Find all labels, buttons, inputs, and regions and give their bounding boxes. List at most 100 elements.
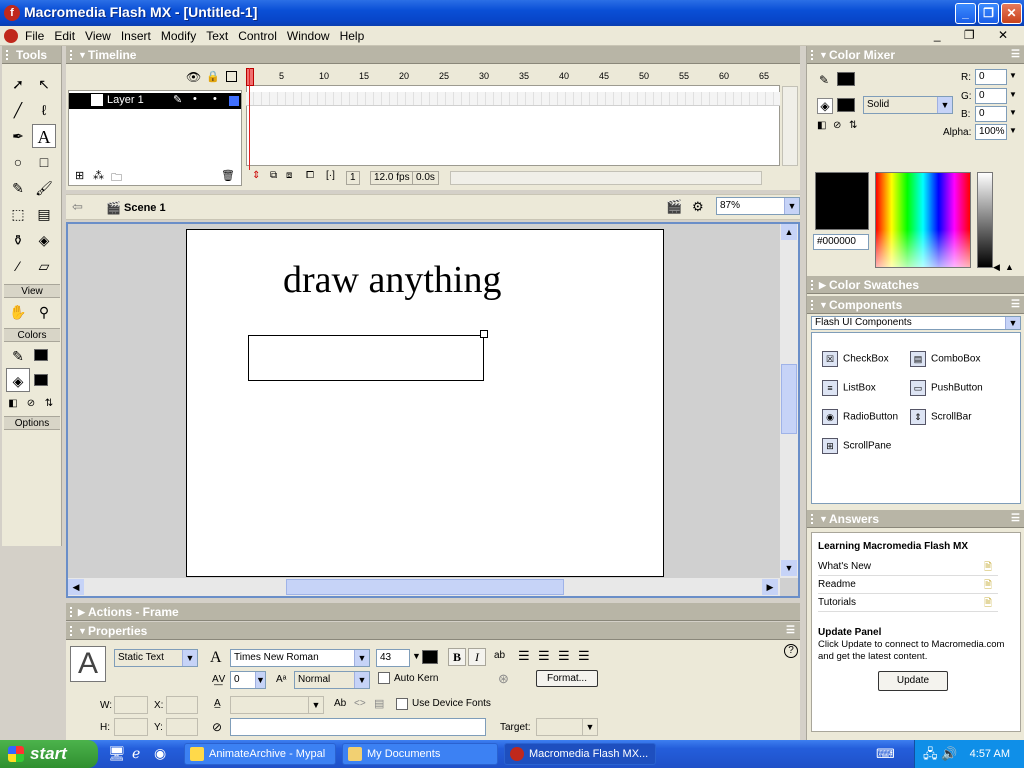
mixer-stroke-swatch[interactable] — [837, 72, 855, 86]
selectable-icon[interactable]: Ab — [334, 698, 346, 709]
alpha-slider-icon[interactable]: ▼ — [1009, 126, 1017, 135]
document-window-controls[interactable]: _ ❐ ✕ — [934, 28, 1018, 42]
free-transform-tool-icon[interactable]: ⬚ — [6, 202, 30, 226]
modify-onion-markers-icon[interactable]: [·] — [326, 170, 335, 181]
line-tool-icon[interactable]: ╱ — [6, 98, 30, 122]
no-color-icon[interactable]: ⊘ — [22, 392, 40, 416]
baseline-select[interactable]: Normal ▼ — [294, 671, 370, 689]
green-field[interactable]: 0 — [975, 88, 1007, 104]
browser-icon[interactable]: ℯ — [132, 745, 140, 762]
lock-icon[interactable]: 🔒 — [206, 70, 220, 83]
green-slider-icon[interactable]: ▼ — [1009, 90, 1017, 99]
outline-color-icon[interactable] — [229, 96, 239, 106]
timeline-vscroll[interactable] — [782, 86, 798, 166]
brush-tool-icon[interactable]: 🖌 — [32, 176, 56, 200]
menu-edit[interactable]: Edit — [49, 26, 80, 46]
layer-frames-row[interactable] — [246, 92, 780, 106]
frame-rate[interactable]: 12.0 fps — [370, 171, 414, 185]
render-html-icon[interactable]: <> — [354, 698, 366, 709]
hscroll-thumb[interactable] — [286, 579, 564, 595]
title-bar[interactable]: f Macromedia Flash MX - [Untitled-1] _ ❐… — [0, 0, 1024, 26]
onion-skin-icon[interactable]: ⧉ — [270, 170, 277, 181]
edit-multiple-frames-icon[interactable]: ⧠ — [306, 170, 314, 181]
subselect-tool-icon[interactable]: ↖ — [32, 72, 56, 96]
url-field[interactable] — [230, 718, 486, 736]
tools-header[interactable]: Tools — [2, 46, 61, 64]
eraser-tool-icon[interactable]: ▱ — [32, 254, 56, 278]
insert-folder-icon[interactable]: 🗀 — [111, 169, 122, 188]
delete-layer-icon[interactable]: 🗑 — [221, 169, 235, 182]
lasso-tool-icon[interactable]: ℓ — [32, 98, 56, 122]
text-type-select[interactable]: Static Text ▼ — [114, 649, 198, 667]
stroke-color-swatch[interactable] — [34, 349, 48, 361]
bold-button[interactable]: B — [448, 648, 466, 666]
auto-kern-checkbox[interactable] — [378, 672, 390, 684]
text-field-resize-handle[interactable] — [480, 330, 488, 338]
timeline-header[interactable]: ▼ Timeline — [66, 46, 800, 64]
y-field[interactable] — [166, 718, 198, 736]
hex-field[interactable]: #000000 — [813, 234, 869, 250]
rectangle-tool-icon[interactable]: □ — [32, 150, 56, 174]
hand-tool-icon[interactable]: ✋ — [6, 300, 30, 324]
swap-colors-icon[interactable]: ⇅ — [849, 120, 857, 131]
align-center-icon[interactable]: ☰ — [538, 648, 550, 664]
collapse-mixer-icon[interactable]: ▲ — [1005, 262, 1014, 272]
blue-field[interactable]: 0 — [975, 106, 1007, 122]
insert-layer-icon[interactable]: ⊞ — [75, 169, 84, 182]
whats-new-link[interactable]: What's New — [818, 561, 998, 576]
scroll-down-icon[interactable]: ▼ — [781, 560, 797, 576]
tracking-field[interactable]: 0 ▼ — [230, 671, 266, 689]
fill-transform-tool-icon[interactable]: ▤ — [32, 202, 56, 226]
zoom-select[interactable]: 87% ▼ — [716, 197, 800, 215]
component-pushbutton[interactable]: ▭ PushButton — [910, 380, 983, 396]
arrow-tool-icon[interactable]: ➚ — [6, 72, 30, 96]
no-color-icon[interactable]: ⊘ — [833, 120, 841, 131]
menu-help[interactable]: Help — [335, 26, 370, 46]
visibility-dot-icon[interactable]: • — [193, 93, 197, 105]
center-frame-icon[interactable]: ⇕ — [252, 170, 260, 181]
add-guide-layer-icon[interactable]: ⁂ — [93, 169, 104, 182]
network-icon[interactable]: 🖧 — [923, 740, 938, 768]
panel-options-icon[interactable]: ☰ — [1011, 46, 1020, 64]
color-mixer-header[interactable]: ▼ Color Mixer ☰ — [807, 46, 1024, 64]
target-select[interactable]: ▼ — [536, 718, 598, 736]
text-color-swatch[interactable] — [422, 650, 438, 664]
x-field[interactable] — [166, 696, 198, 714]
instance-select[interactable]: ▼ — [230, 696, 324, 714]
component-listbox[interactable]: ≡ ListBox — [822, 380, 876, 396]
edit-scene-icon[interactable]: 🎬 — [666, 199, 682, 215]
stage-text[interactable]: draw anything — [283, 258, 501, 302]
format-button[interactable]: Format... — [536, 670, 598, 687]
brightness-arrow-icon[interactable]: ◀ — [993, 262, 1000, 273]
align-right-icon[interactable]: ☰ — [558, 648, 570, 664]
brightness-slider[interactable] — [977, 172, 993, 268]
document-icon[interactable] — [4, 29, 18, 43]
component-checkbox[interactable]: ☒ CheckBox — [822, 351, 889, 367]
component-combobox[interactable]: ▤ ComboBox — [910, 351, 980, 367]
volume-icon[interactable]: 🔊 — [941, 740, 957, 768]
pencil-tool-icon[interactable]: ✎ — [6, 176, 30, 200]
eye-icon[interactable]: 👁 — [186, 70, 201, 84]
stage-hscroll[interactable]: ◀ ▶ — [68, 578, 780, 596]
scroll-up-icon[interactable]: ▲ — [781, 224, 797, 240]
scroll-left-icon[interactable]: ◀ — [68, 579, 84, 595]
help-icon[interactable]: ? — [784, 644, 798, 658]
zoom-tool-icon[interactable]: ⚲ — [32, 300, 56, 324]
align-left-icon[interactable]: ☰ — [518, 648, 530, 664]
panel-options-icon[interactable]: ☰ — [1011, 296, 1020, 314]
red-slider-icon[interactable]: ▼ — [1009, 71, 1017, 80]
height-field[interactable] — [114, 718, 148, 736]
stage-area[interactable]: draw anything ▲ ▼ ◀ ▶ — [66, 222, 800, 598]
actions-panel-header[interactable]: ▶ Actions - Frame — [66, 603, 800, 621]
color-swatches-header[interactable]: ▶ Color Swatches — [807, 276, 1024, 294]
text-direction-icon[interactable]: ab — [494, 650, 505, 661]
alpha-field[interactable]: 100% — [975, 124, 1007, 140]
timeline-hscroll[interactable] — [450, 171, 762, 185]
update-button[interactable]: Update — [878, 671, 948, 691]
menu-window[interactable]: Window — [282, 26, 335, 46]
component-scrollpane[interactable]: ⊞ ScrollPane — [822, 438, 891, 454]
menu-text[interactable]: Text — [201, 26, 233, 46]
layer-row[interactable]: Layer 1 ✎ • • — [69, 93, 241, 109]
italic-button[interactable]: I — [468, 648, 486, 666]
fill-bucket-icon[interactable]: ◈ — [817, 98, 833, 114]
